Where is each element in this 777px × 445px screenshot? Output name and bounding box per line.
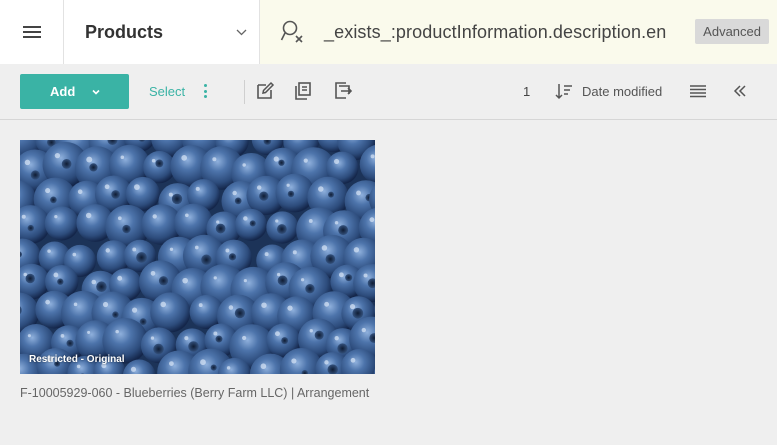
add-button[interactable]: Add	[20, 74, 129, 109]
chevron-down-icon	[236, 29, 247, 35]
collapse-panel-icon[interactable]	[732, 83, 748, 99]
more-options-icon[interactable]	[201, 82, 209, 100]
context-selector[interactable]: Products	[64, 0, 260, 64]
copy-icon[interactable]	[292, 80, 314, 102]
context-title: Products	[85, 21, 164, 42]
add-button-label: Add	[50, 84, 76, 99]
search-bar[interactable]: _exists_:productInformation.description.…	[260, 0, 777, 64]
export-icon[interactable]	[331, 80, 353, 102]
asset-card[interactable]: Restricted - Original F-10005929-060 - B…	[20, 140, 375, 400]
sort-field[interactable]: Date modified	[582, 84, 662, 99]
advanced-search-button[interactable]: Advanced	[695, 19, 769, 44]
restriction-badge: Restricted - Original	[29, 354, 125, 365]
sort-icon[interactable]	[554, 81, 574, 101]
list-view-icon[interactable]	[689, 83, 707, 99]
edit-icon[interactable]	[254, 80, 276, 102]
search-clear-icon[interactable]	[280, 19, 306, 45]
asset-caption: F-10005929-060 - Blueberries (Berry Farm…	[20, 386, 370, 400]
toolbar-divider	[244, 80, 245, 104]
hamburger-menu-button[interactable]	[0, 0, 64, 64]
asset-thumbnail	[20, 140, 375, 374]
hamburger-icon	[22, 23, 41, 41]
top-bar: Products _exists_:productInformation.des…	[0, 0, 777, 64]
chevron-down-icon	[92, 89, 100, 95]
select-button[interactable]: Select	[149, 84, 185, 99]
result-count: 1	[523, 84, 531, 99]
search-query[interactable]: _exists_:productInformation.description.…	[324, 22, 666, 43]
toolbar: Add Select 1 Date modified	[0, 64, 777, 120]
